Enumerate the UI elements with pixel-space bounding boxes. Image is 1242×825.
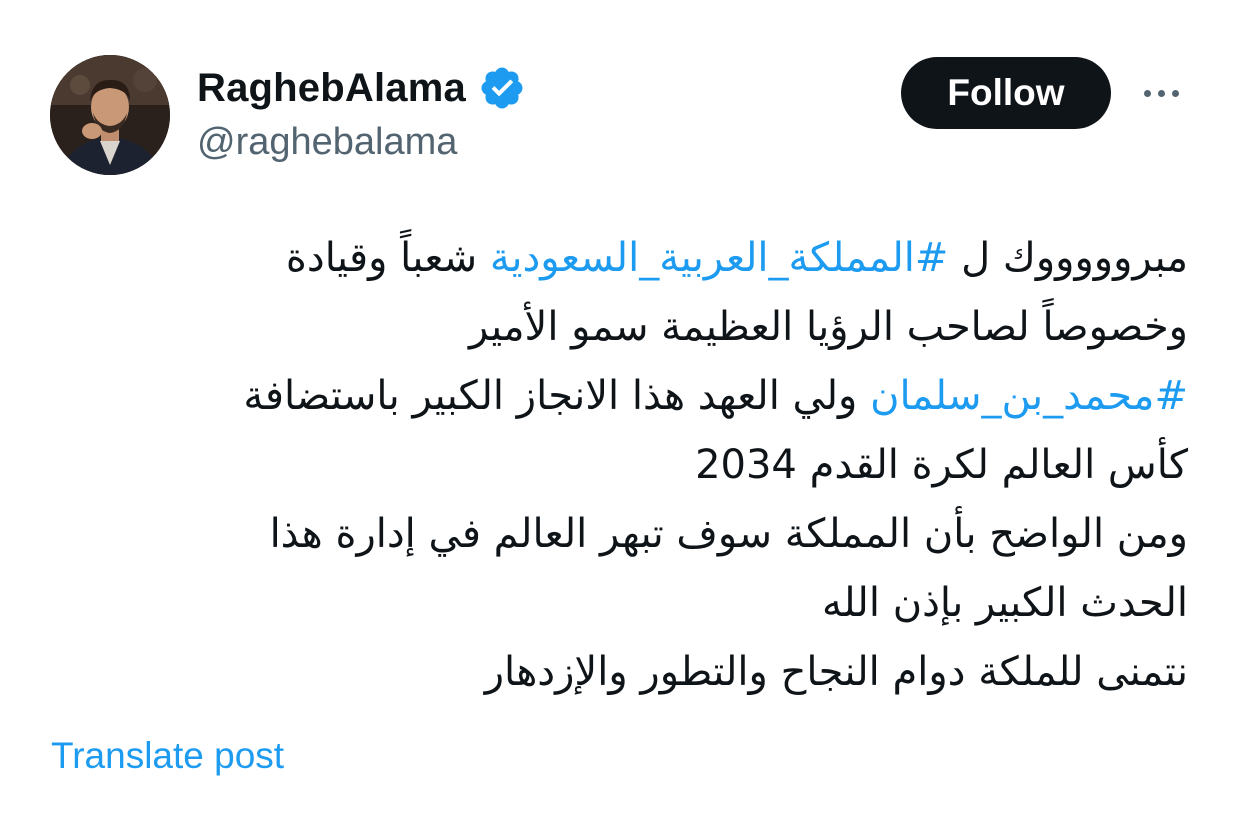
post-line-1: مبروووووك ل #المملكة_العربية_السعودية شع… bbox=[68, 224, 1188, 293]
more-options-icon[interactable] bbox=[1133, 75, 1189, 111]
more-dot bbox=[1143, 89, 1151, 97]
profile-photo-image bbox=[50, 55, 170, 175]
post-line-1-start: مبروووووك ل bbox=[948, 235, 1188, 281]
avatar[interactable] bbox=[50, 55, 170, 175]
post-line-5: ومن الواضح بأن المملكة سوف تبهر العالم ف… bbox=[269, 511, 1188, 557]
post-line-3: #محمد_بن_سلمان ولي العهد هذا الانجاز الك… bbox=[68, 362, 1188, 431]
verified-badge-icon[interactable] bbox=[478, 64, 526, 112]
post-line-3-end: ولي العهد هذا الانجاز الكبير باستضافة bbox=[243, 373, 871, 419]
translate-post-link[interactable]: Translate post bbox=[51, 735, 284, 777]
user-names: RaghebAlama @raghebalama bbox=[197, 61, 526, 164]
display-name-row: RaghebAlama bbox=[197, 61, 526, 115]
display-name[interactable]: RaghebAlama bbox=[197, 66, 466, 111]
post-line-2: وخصوصاً لصاحب الرؤيا العظيمة سمو الأمير bbox=[468, 304, 1188, 350]
post-line-6: الحدث الكبير بإذن الله bbox=[821, 580, 1188, 626]
more-dot bbox=[1157, 89, 1165, 97]
follow-button[interactable]: Follow bbox=[901, 57, 1111, 129]
post-header: RaghebAlama @raghebalama Follow bbox=[50, 55, 1190, 177]
user-handle[interactable]: @raghebalama bbox=[197, 121, 526, 164]
post-text: مبروووووك ل #المملكة_العربية_السعودية شع… bbox=[68, 224, 1188, 707]
hashtag-mohammed-bin-salman[interactable]: #محمد_بن_سلمان bbox=[870, 373, 1188, 419]
post-line-7: نتمنى للملكة دوام النجاح والتطور والإزده… bbox=[484, 649, 1188, 695]
more-dot bbox=[1171, 89, 1179, 97]
post-line-1-end: شعباً وقيادة bbox=[285, 235, 490, 281]
hashtag-saudi-arabia[interactable]: #المملكة_العربية_السعودية bbox=[490, 235, 949, 281]
post-line-4: كأس العالم لكرة القدم 2034 bbox=[695, 442, 1188, 488]
